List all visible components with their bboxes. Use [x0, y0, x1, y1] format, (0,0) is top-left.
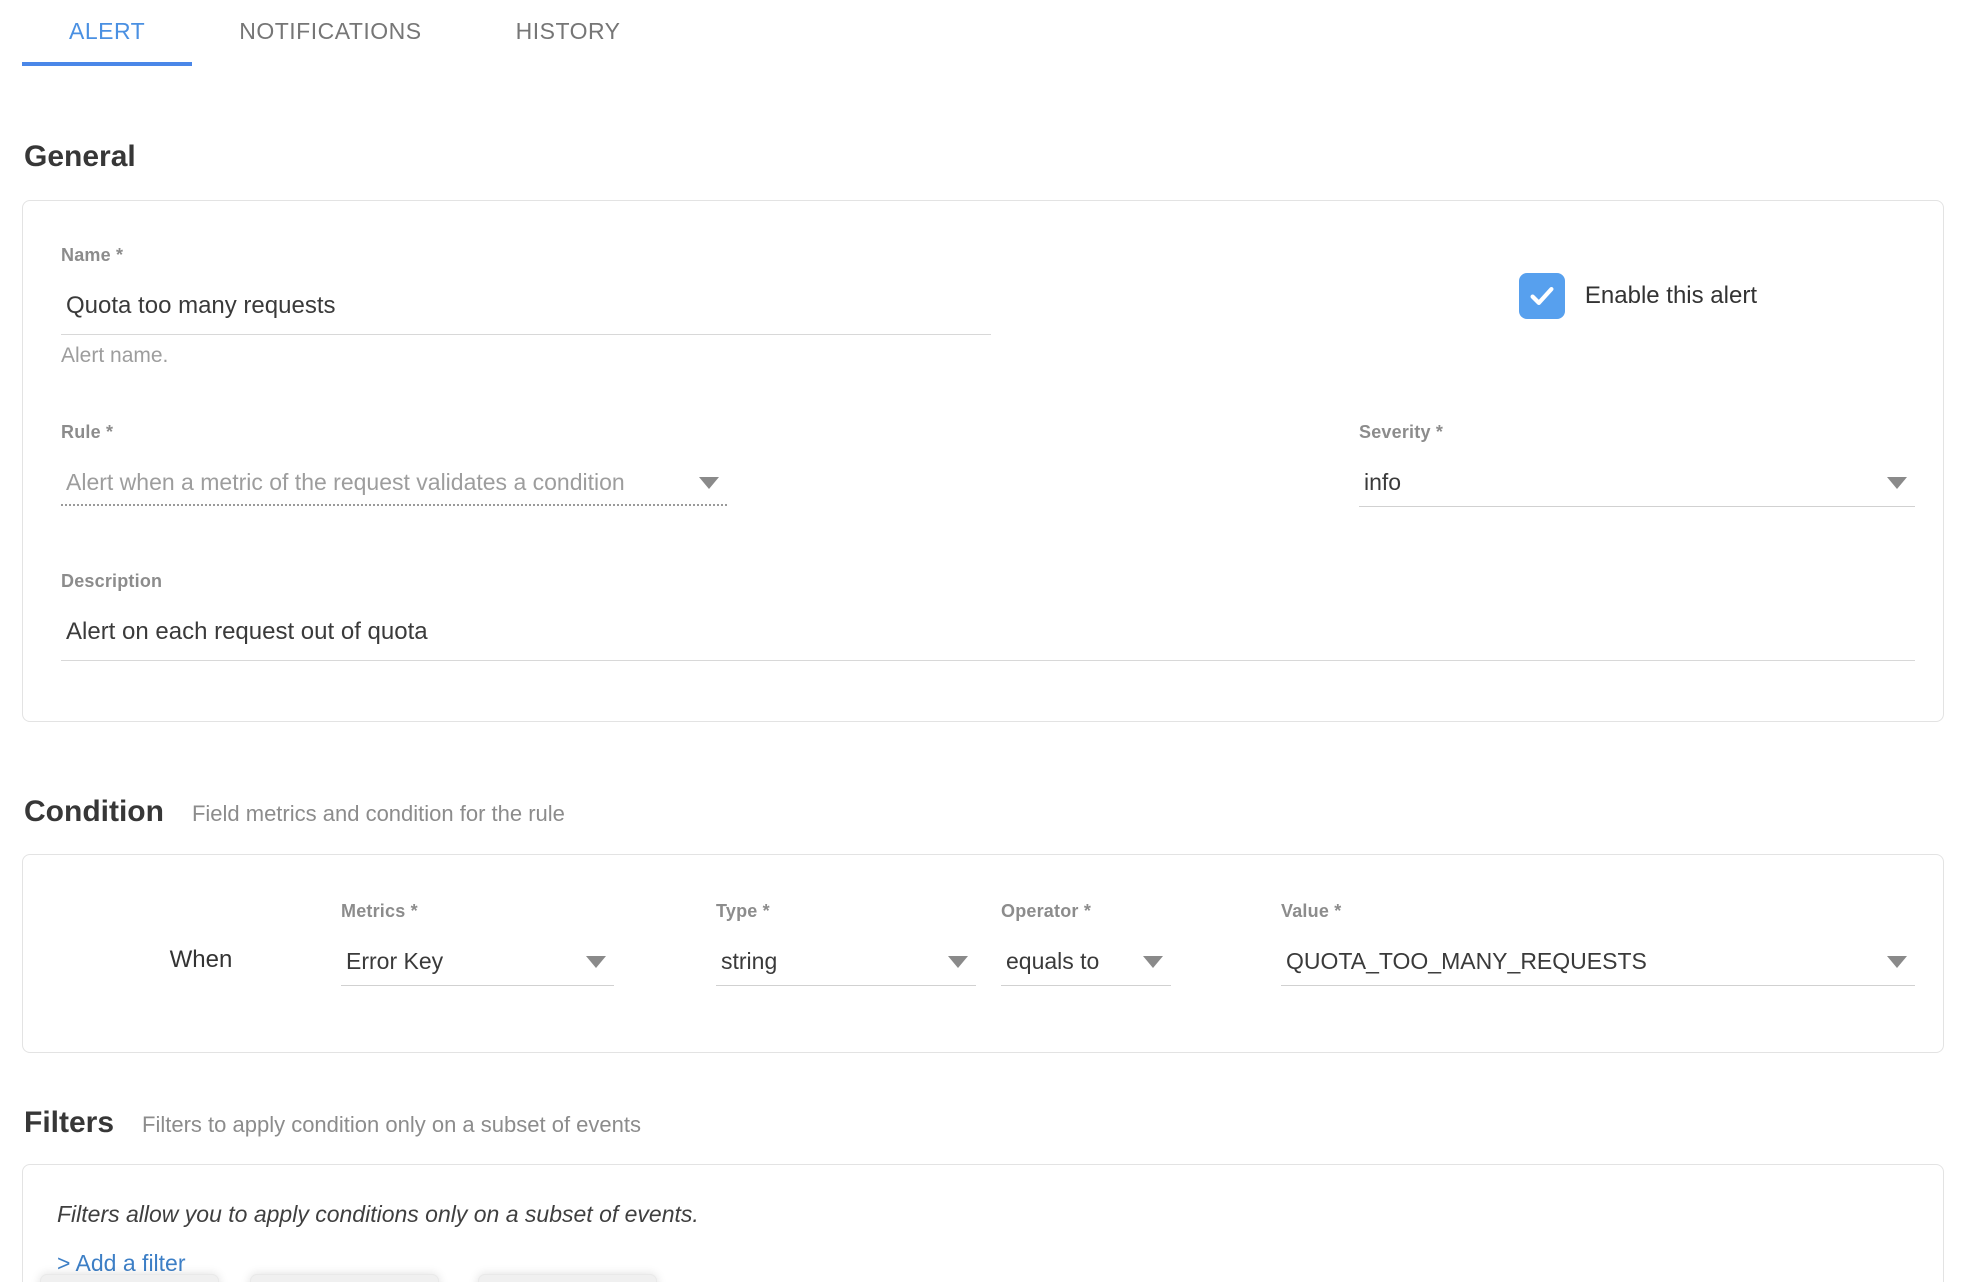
tab-history[interactable]: HISTORY: [469, 0, 668, 66]
filters-subtitle: Filters to apply condition only on a sub…: [142, 1112, 641, 1138]
condition-title: Condition: [24, 795, 164, 829]
rule-label: Rule *: [61, 422, 727, 443]
rule-select[interactable]: Alert when a metric of the request valid…: [61, 469, 727, 506]
name-input[interactable]: Quota too many requests: [61, 292, 991, 335]
type-select[interactable]: string: [716, 948, 976, 986]
chevron-down-icon: [948, 956, 968, 968]
type-field: Type * string: [716, 901, 976, 986]
when-label: When: [61, 946, 341, 986]
filters-note: Filters allow you to apply conditions on…: [57, 1201, 1915, 1228]
alert-editor-page: ALERT NOTIFICATIONS HISTORY General Name…: [0, 0, 1980, 1282]
type-label: Type *: [716, 901, 976, 922]
value-field: Value * QUOTA_TOO_MANY_REQUESTS: [1281, 901, 1915, 986]
name-field: Name * Quota too many requests Alert nam…: [61, 245, 991, 368]
tab-notifications[interactable]: NOTIFICATIONS: [192, 0, 468, 66]
metrics-field: Metrics * Error Key: [341, 901, 614, 986]
operator-field: Operator * equals to: [1001, 901, 1171, 986]
enable-alert-control: Enable this alert: [1519, 273, 1757, 319]
severity-field: Severity * info: [1359, 422, 1915, 507]
metrics-select-value: Error Key: [346, 948, 443, 975]
metrics-label: Metrics *: [341, 901, 614, 922]
operator-label: Operator *: [1001, 901, 1171, 922]
condition-card: When Metrics * Error Key Type * string O…: [22, 854, 1944, 1053]
operator-select[interactable]: equals to: [1001, 948, 1171, 986]
filters-card: Filters allow you to apply conditions on…: [22, 1164, 1944, 1282]
severity-select-value: info: [1364, 469, 1401, 496]
metrics-select[interactable]: Error Key: [341, 948, 614, 986]
chevron-down-icon: [699, 477, 719, 489]
bottom-button[interactable]: [478, 1274, 657, 1282]
tab-bar: ALERT NOTIFICATIONS HISTORY: [0, 0, 1980, 66]
value-select[interactable]: QUOTA_TOO_MANY_REQUESTS: [1281, 948, 1915, 986]
rule-select-value: Alert when a metric of the request valid…: [66, 469, 625, 496]
chevron-down-icon: [1887, 956, 1907, 968]
condition-subtitle: Field metrics and condition for the rule: [192, 801, 565, 827]
description-input[interactable]: Alert on each request out of quota: [61, 618, 1915, 661]
condition-section-heading: Condition Field metrics and condition fo…: [24, 795, 1980, 829]
severity-label: Severity *: [1359, 422, 1915, 443]
chevron-down-icon: [1887, 477, 1907, 489]
general-card: Name * Quota too many requests Alert nam…: [22, 200, 1944, 722]
filters-section-heading: Filters Filters to apply condition only …: [24, 1106, 1980, 1140]
general-section-heading: General: [24, 140, 1980, 174]
type-select-value: string: [721, 948, 777, 975]
rule-field: Rule * Alert when a metric of the reques…: [61, 422, 727, 507]
name-helper: Alert name.: [61, 344, 991, 368]
value-label: Value *: [1281, 901, 1915, 922]
bottom-button[interactable]: [250, 1274, 439, 1282]
operator-select-value: equals to: [1006, 948, 1099, 975]
add-filter-link[interactable]: > Add a filter: [57, 1250, 186, 1277]
value-select-value: QUOTA_TOO_MANY_REQUESTS: [1286, 948, 1647, 975]
general-title: General: [24, 140, 136, 174]
enable-alert-label: Enable this alert: [1585, 282, 1757, 310]
chevron-down-icon: [586, 956, 606, 968]
tab-alert[interactable]: ALERT: [22, 0, 192, 66]
filters-title: Filters: [24, 1106, 114, 1140]
name-label: Name *: [61, 245, 991, 266]
severity-select[interactable]: info: [1359, 469, 1915, 507]
bottom-button[interactable]: [40, 1274, 219, 1282]
chevron-down-icon: [1143, 956, 1163, 968]
enable-alert-checkbox[interactable]: [1519, 273, 1565, 319]
check-icon: [1527, 281, 1557, 311]
description-label: Description: [61, 571, 1915, 592]
description-field: Description Alert on each request out of…: [61, 571, 1915, 661]
